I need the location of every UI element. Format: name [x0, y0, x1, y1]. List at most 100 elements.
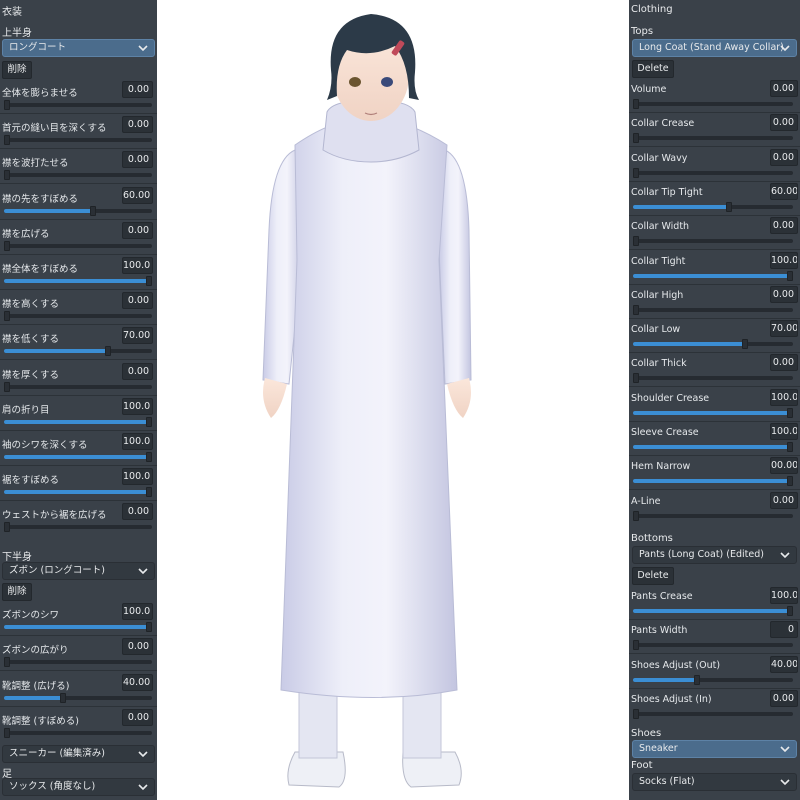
foot-dropdown[interactable]: ソックス (角度なし)	[2, 778, 155, 796]
slider-value-field[interactable]: 0.00	[770, 354, 798, 371]
slider-handle[interactable]	[146, 452, 152, 462]
slider-value-field[interactable]: 100.0	[770, 423, 798, 440]
slider-value-field[interactable]: 0.00	[770, 286, 798, 303]
slider-track[interactable]	[633, 236, 793, 246]
slider-handle[interactable]	[104, 346, 111, 356]
slider-value-field[interactable]: 0.00	[122, 638, 153, 655]
tops-dropdown[interactable]: ロングコート	[2, 39, 155, 57]
bottoms-dropdown[interactable]: ズボン (ロングコート)	[2, 562, 155, 580]
character-viewport[interactable]	[157, 0, 629, 800]
slider-track[interactable]	[633, 408, 793, 418]
slider-value-field[interactable]: 100.0	[770, 389, 798, 406]
shoes-dropdown[interactable]: Sneaker	[632, 740, 797, 758]
slider-value-field[interactable]: 100.0	[122, 433, 153, 450]
slider-handle[interactable]	[787, 606, 793, 616]
slider-value-field[interactable]: 0.00	[770, 492, 798, 509]
slider-handle[interactable]	[633, 511, 639, 521]
slider-handle[interactable]	[4, 311, 10, 321]
slider-value-field[interactable]: 70.00	[122, 327, 153, 344]
slider-value-field[interactable]: 70.00	[770, 320, 798, 337]
slider-track[interactable]	[633, 271, 793, 281]
slider-handle[interactable]	[633, 133, 639, 143]
slider-track[interactable]	[633, 373, 793, 383]
slider-track[interactable]	[633, 339, 793, 349]
slider-track[interactable]	[633, 133, 793, 143]
slider-handle[interactable]	[146, 417, 152, 427]
slider-handle[interactable]	[694, 675, 700, 685]
slider-track[interactable]	[4, 311, 152, 321]
slider-handle[interactable]	[4, 657, 10, 667]
slider-handle[interactable]	[146, 276, 152, 286]
slider-value-field[interactable]: 0.00	[770, 690, 798, 707]
slider-value-field[interactable]: 100.0	[122, 398, 153, 415]
slider-value-field[interactable]: 0.00	[122, 151, 153, 168]
shoes-dropdown[interactable]: スニーカー (編集済み)	[2, 745, 155, 763]
slider-handle[interactable]	[633, 99, 639, 109]
slider-handle[interactable]	[60, 693, 67, 703]
slider-value-field[interactable]: 0.00	[122, 222, 153, 239]
slider-track[interactable]	[633, 709, 793, 719]
slider-value-field[interactable]: 40.00	[770, 656, 798, 673]
slider-track[interactable]	[4, 522, 152, 532]
slider-value-field[interactable]: 0.00	[770, 114, 798, 131]
foot-dropdown[interactable]: Socks (Flat)	[632, 773, 797, 791]
slider-value-field[interactable]: 0	[770, 621, 798, 638]
slider-track[interactable]	[4, 346, 152, 356]
slider-track[interactable]	[4, 728, 152, 738]
slider-track[interactable]	[4, 693, 152, 703]
tops-delete-button[interactable]: 削除	[2, 61, 32, 79]
slider-track[interactable]	[4, 135, 152, 145]
slider-handle[interactable]	[633, 640, 639, 650]
slider-value-field[interactable]: 60.00	[770, 183, 798, 200]
slider-track[interactable]	[4, 206, 152, 216]
slider-value-field[interactable]: 00.00	[770, 457, 798, 474]
slider-handle[interactable]	[4, 522, 10, 532]
slider-track[interactable]	[4, 241, 152, 251]
tops-dropdown[interactable]: Long Coat (Stand Away Collar)	[632, 39, 797, 57]
slider-handle[interactable]	[4, 241, 10, 251]
slider-track[interactable]	[633, 675, 793, 685]
slider-value-field[interactable]: 0.00	[770, 149, 798, 166]
slider-handle[interactable]	[4, 382, 10, 392]
slider-value-field[interactable]: 0.00	[122, 292, 153, 309]
bottoms-delete-button[interactable]: Delete	[632, 567, 674, 585]
slider-value-field[interactable]: 100.0	[122, 257, 153, 274]
slider-value-field[interactable]: 0.00	[770, 80, 798, 97]
slider-handle[interactable]	[726, 202, 732, 212]
slider-track[interactable]	[633, 606, 793, 616]
slider-track[interactable]	[633, 442, 793, 452]
slider-value-field[interactable]: 100.0	[770, 587, 798, 604]
slider-track[interactable]	[633, 476, 793, 486]
slider-track[interactable]	[4, 622, 152, 632]
slider-value-field[interactable]: 100.0	[770, 252, 798, 269]
slider-handle[interactable]	[787, 408, 793, 418]
slider-handle[interactable]	[4, 170, 10, 180]
slider-handle[interactable]	[787, 271, 793, 281]
slider-value-field[interactable]: 0.00	[122, 709, 153, 726]
slider-handle[interactable]	[633, 305, 639, 315]
slider-track[interactable]	[4, 170, 152, 180]
slider-value-field[interactable]: 100.0	[122, 603, 153, 620]
slider-handle[interactable]	[787, 442, 793, 452]
slider-handle[interactable]	[742, 339, 748, 349]
slider-track[interactable]	[633, 305, 793, 315]
slider-handle[interactable]	[4, 135, 10, 145]
slider-handle[interactable]	[633, 236, 639, 246]
slider-value-field[interactable]: 60.00	[122, 187, 153, 204]
slider-value-field[interactable]: 0.00	[122, 116, 153, 133]
slider-handle[interactable]	[146, 487, 152, 497]
slider-handle[interactable]	[787, 476, 793, 486]
bottoms-dropdown[interactable]: Pants (Long Coat) (Edited)	[632, 546, 797, 564]
slider-handle[interactable]	[4, 100, 10, 110]
slider-handle[interactable]	[146, 622, 152, 632]
slider-handle[interactable]	[633, 373, 639, 383]
slider-track[interactable]	[4, 382, 152, 392]
slider-track[interactable]	[4, 657, 152, 667]
slider-track[interactable]	[4, 417, 152, 427]
slider-track[interactable]	[4, 276, 152, 286]
bottoms-delete-button[interactable]: 削除	[2, 583, 32, 601]
slider-track[interactable]	[633, 99, 793, 109]
slider-track[interactable]	[633, 202, 793, 212]
slider-handle[interactable]	[4, 728, 10, 738]
slider-handle[interactable]	[633, 168, 639, 178]
